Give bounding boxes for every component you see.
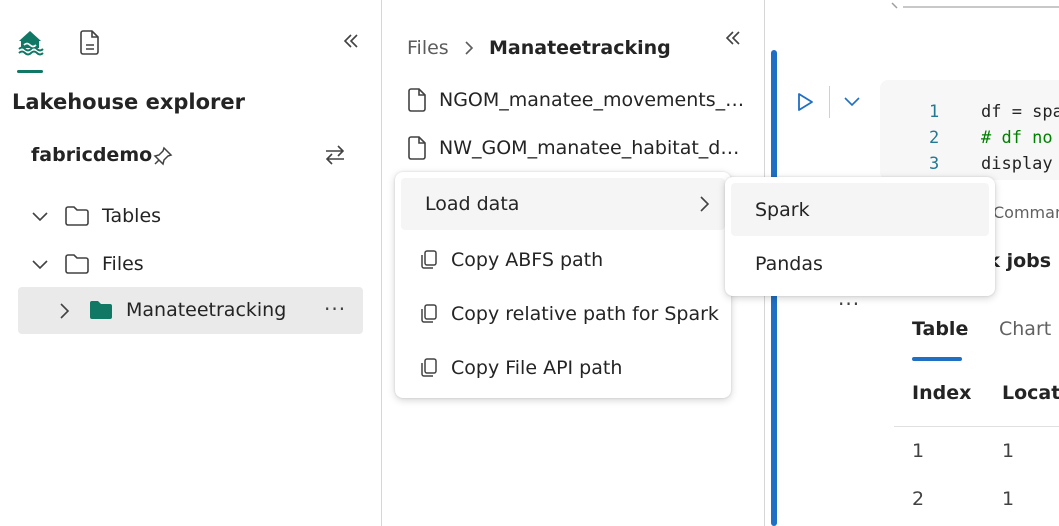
code-text: display <box>981 154 1053 174</box>
notebook-toolbar-edge <box>903 6 1059 8</box>
file-icon <box>407 135 427 161</box>
submenu-item-spark[interactable]: Spark <box>731 183 989 236</box>
table-cell-index: 2 <box>912 488 925 510</box>
document-tab-icon[interactable] <box>78 28 106 56</box>
more-options-button[interactable]: ··· <box>324 297 346 321</box>
file-item[interactable]: NGOM_manatee_movements_r... <box>407 80 749 120</box>
collapse-panel-icon[interactable] <box>724 29 742 47</box>
active-tab-indicator <box>912 357 962 361</box>
column-header-index[interactable]: Index <box>912 382 971 404</box>
breadcrumb-current: Manateetracking <box>489 37 671 59</box>
collapse-panel-icon[interactable] <box>342 32 360 50</box>
menu-item-copy-file-api-path[interactable]: Copy File API path <box>401 342 725 394</box>
table-cell-location: 1 <box>1002 440 1015 462</box>
chevron-right-icon[interactable] <box>54 301 74 321</box>
breadcrumb-root[interactable]: Files <box>407 37 449 59</box>
active-tab-indicator <box>17 70 43 73</box>
menu-item-label: Copy relative path for Spark <box>451 303 719 325</box>
tree-item-label: Tables <box>102 205 162 227</box>
code-comment: # df no <box>981 128 1053 148</box>
file-name: NGOM_manatee_movements_r... <box>439 89 749 111</box>
breadcrumb-separator <box>461 37 477 59</box>
file-name: NW_GOM_manatee_habitat_da... <box>439 137 749 159</box>
code-line: 1 df = spa <box>929 102 1059 122</box>
pin-icon[interactable] <box>153 146 173 166</box>
run-divider <box>829 86 830 118</box>
run-cell-icon[interactable] <box>795 91 815 113</box>
copy-icon <box>419 303 439 325</box>
submenu-item-label: Spark <box>755 198 810 221</box>
panel-title: Lakehouse explorer <box>12 90 245 114</box>
switch-lakehouse-icon[interactable] <box>323 144 347 166</box>
submenu-item-pandas[interactable]: Pandas <box>731 237 989 290</box>
chevron-right-icon <box>697 194 713 214</box>
context-menu: Load data Copy ABFS path Copy relative p… <box>395 172 731 398</box>
tree-item-manateetracking[interactable]: Manateetracking ··· <box>18 287 363 334</box>
menu-item-load-data[interactable]: Load data <box>401 178 725 230</box>
tab-chart[interactable]: Chart <box>999 318 1051 340</box>
code-cell[interactable]: 1 df = spa 2 # df no 3 display <box>880 80 1059 180</box>
table-cell-index: 1 <box>912 440 925 462</box>
load-data-submenu: Spark Pandas <box>725 177 995 296</box>
tree-item-files[interactable]: Files <box>30 240 144 288</box>
menu-item-label: Load data <box>425 193 520 215</box>
file-item[interactable]: NW_GOM_manatee_habitat_da... <box>407 128 749 168</box>
line-number: 3 <box>929 154 940 174</box>
table-header-divider <box>894 426 1059 427</box>
lakehouse-tab-icon[interactable] <box>16 28 44 56</box>
copy-icon <box>419 249 439 271</box>
submenu-item-label: Pandas <box>755 252 823 275</box>
tree-item-label: Files <box>102 253 144 275</box>
chevron-down-icon[interactable] <box>30 254 50 274</box>
menu-item-copy-relative-path[interactable]: Copy relative path for Spark <box>401 288 725 340</box>
menu-item-copy-abfs-path[interactable]: Copy ABFS path <box>401 234 725 286</box>
menu-item-label: Copy ABFS path <box>451 249 604 271</box>
column-header-location[interactable]: Locati <box>1002 382 1059 404</box>
copy-icon <box>419 357 439 379</box>
run-options-chevron-icon[interactable] <box>842 94 862 110</box>
line-number: 2 <box>929 128 940 148</box>
menu-item-label: Copy File API path <box>451 357 623 379</box>
file-icon <box>407 87 427 113</box>
chevron-down-icon[interactable] <box>30 206 50 226</box>
folder-icon <box>64 253 90 275</box>
code-line: 3 display <box>929 154 1053 174</box>
folder-filled-icon <box>88 299 114 321</box>
folder-icon <box>64 205 90 227</box>
code-text: df = spa <box>981 102 1059 122</box>
lakehouse-name: fabricdemo <box>31 144 153 166</box>
tree-item-tables[interactable]: Tables <box>30 192 161 240</box>
lakehouse-explorer-panel: Lakehouse explorer fabricdemo Tables Fil… <box>0 0 382 526</box>
code-line: 2 # df no <box>929 128 1053 148</box>
command-status-label: Comman <box>993 203 1059 222</box>
tab-table[interactable]: Table <box>912 318 968 340</box>
notebook-top-fragment <box>891 0 903 10</box>
tree-item-label: Manateetracking <box>126 299 287 321</box>
line-number: 1 <box>929 102 940 122</box>
table-cell-location: 1 <box>1002 488 1015 510</box>
